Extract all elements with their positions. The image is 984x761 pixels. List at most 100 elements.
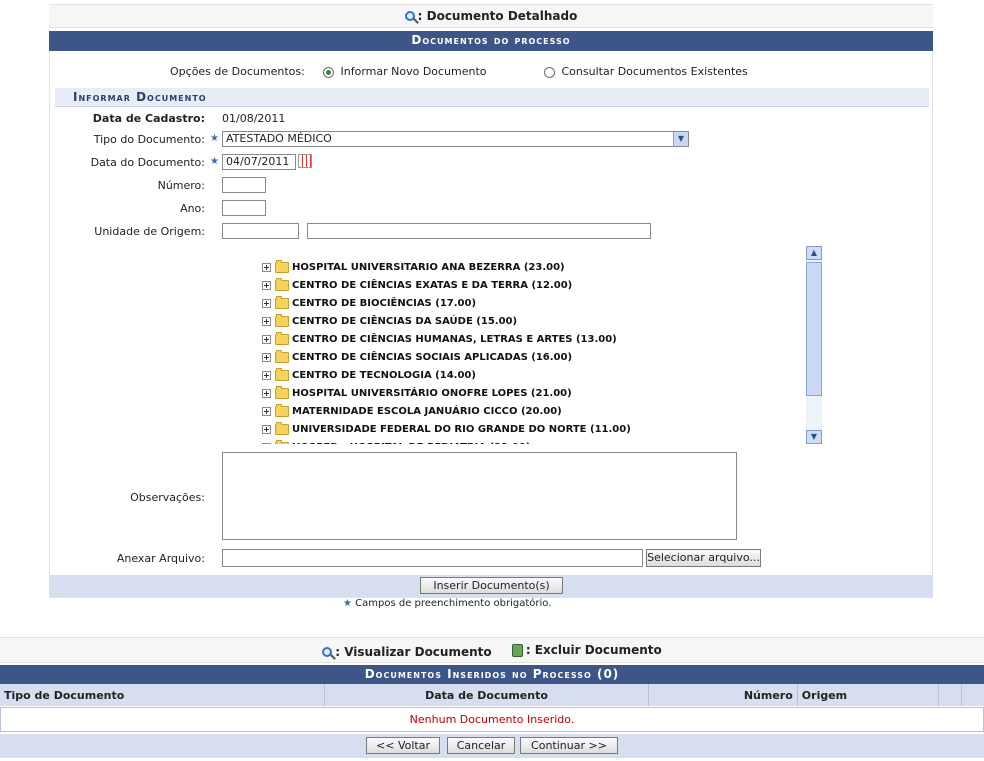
tree-item-label: UNIVERSIDADE FEDERAL DO RIO GRANDE DO NO… bbox=[292, 423, 631, 435]
tree-item-label: HOSPED - HOSPITAL DE PEDIATRIA (22.00) bbox=[292, 442, 530, 445]
numero-input[interactable] bbox=[222, 177, 266, 193]
folder-icon bbox=[275, 313, 289, 327]
inserted-header: Documentos Inseridos no Processo (0) bbox=[0, 665, 984, 684]
tree-item[interactable]: HOSPITAL UNIVERSITÁRIO ONOFRE LOPES (21.… bbox=[262, 384, 807, 402]
folder-icon bbox=[275, 439, 289, 444]
radio-new-document[interactable]: Informar Novo Documento bbox=[323, 65, 487, 78]
col-tipo: Tipo de Documento bbox=[0, 684, 326, 706]
back-button[interactable]: << Voltar bbox=[366, 737, 440, 754]
folder-icon bbox=[275, 349, 289, 363]
unidade-label: Unidade de Origem: bbox=[94, 225, 205, 238]
folder-icon bbox=[275, 295, 289, 309]
data-input[interactable]: 04/07/2011 bbox=[222, 154, 296, 170]
delete-legend-label: : Excluir Documento bbox=[525, 643, 662, 657]
required-star: ★ bbox=[210, 156, 219, 167]
observacoes-textarea[interactable] bbox=[222, 452, 737, 540]
col-action-1 bbox=[938, 684, 962, 706]
cancel-button[interactable]: Cancelar bbox=[447, 737, 515, 754]
required-note-text: Campos de preenchimento obrigatório. bbox=[355, 598, 552, 609]
scroll-down-icon[interactable]: ▼ bbox=[806, 430, 822, 444]
numero-label: Número: bbox=[157, 179, 205, 192]
section-title: Informar Documento bbox=[73, 90, 207, 104]
tree-item-label: HOSPITAL UNIVERSITARIO ANA BEZERRA (23.0… bbox=[292, 261, 565, 273]
ano-label: Ano: bbox=[180, 202, 205, 215]
magnifier-icon bbox=[404, 11, 415, 21]
expand-icon[interactable] bbox=[262, 280, 271, 290]
expand-icon[interactable] bbox=[262, 406, 271, 416]
continue-button[interactable]: Continuar >> bbox=[520, 737, 618, 754]
folder-icon bbox=[275, 277, 289, 291]
col-data: Data de Documento bbox=[324, 684, 649, 706]
chevron-down-icon[interactable]: ▼ bbox=[673, 132, 688, 146]
expand-icon[interactable] bbox=[262, 334, 271, 344]
cadastro-label: Data de Cadastro: bbox=[92, 112, 205, 125]
tree-item[interactable]: CENTRO DE TECNOLOGIA (14.00) bbox=[262, 366, 807, 384]
tree-scrollbar[interactable]: ▲ ▼ bbox=[806, 246, 822, 444]
folder-icon bbox=[275, 421, 289, 435]
insert-documents-button[interactable]: Inserir Documento(s) bbox=[420, 577, 563, 594]
folder-icon bbox=[275, 259, 289, 273]
bottom-legend: : Visualizar Documento : Excluir Documen… bbox=[0, 637, 984, 663]
observacoes-label: Observações: bbox=[130, 491, 205, 504]
scroll-up-icon[interactable]: ▲ bbox=[806, 246, 822, 260]
tree-item-label: CENTRO DE CIÊNCIAS EXATAS E DA TERRA (12… bbox=[292, 279, 573, 291]
detail-legend-label: : Documento Detalhado bbox=[417, 9, 578, 23]
required-note: ★ Campos de preenchimento obrigatório. bbox=[343, 598, 551, 609]
tree-item-label: CENTRO DE CIÊNCIAS DA SAÚDE (15.00) bbox=[292, 315, 518, 327]
tipo-select[interactable]: ATESTADO MÉDICO ▼ bbox=[222, 131, 689, 147]
expand-icon[interactable] bbox=[262, 370, 271, 380]
radio-new-icon[interactable] bbox=[323, 66, 334, 78]
tree-item[interactable]: CENTRO DE CIÊNCIAS EXATAS E DA TERRA (12… bbox=[262, 276, 807, 294]
scroll-thumb[interactable] bbox=[806, 262, 822, 396]
tree-item-label: MATERNIDADE ESCOLA JANUÁRIO CICCO (20.00… bbox=[292, 405, 562, 417]
empty-message: Nenhum Documento Inserido. bbox=[409, 713, 575, 726]
tree-item[interactable]: CENTRO DE CIÊNCIAS HUMANAS, LETRAS E ART… bbox=[262, 330, 807, 348]
folder-icon bbox=[275, 385, 289, 399]
expand-icon[interactable] bbox=[262, 298, 271, 308]
col-origem: Origem bbox=[797, 684, 939, 706]
expand-icon[interactable] bbox=[262, 352, 271, 362]
expand-icon[interactable] bbox=[262, 442, 271, 444]
tree-item[interactable]: HOSPITAL UNIVERSITARIO ANA BEZERRA (23.0… bbox=[262, 256, 807, 276]
tree-item[interactable]: MATERNIDADE ESCOLA JANUÁRIO CICCO (20.00… bbox=[262, 402, 807, 420]
folder-icon bbox=[275, 331, 289, 345]
unidade-name-input[interactable] bbox=[307, 223, 651, 239]
cadastro-value: 01/08/2011 bbox=[222, 112, 286, 125]
expand-icon[interactable] bbox=[262, 262, 271, 272]
tree-item-label: CENTRO DE TECNOLOGIA (14.00) bbox=[292, 369, 476, 381]
folder-icon bbox=[275, 367, 289, 381]
inserted-header-row: Tipo de Documento Data de Documento Núme… bbox=[0, 684, 984, 706]
unit-tree[interactable]: HOSPITAL UNIVERSITARIO ANA BEZERRA (23.0… bbox=[262, 256, 807, 444]
documents-header: Documentos do processo bbox=[49, 31, 933, 51]
radio-existing-label: Consultar Documentos Existentes bbox=[561, 65, 748, 78]
tree-item[interactable]: CENTRO DE CIÊNCIAS DA SAÚDE (15.00) bbox=[262, 312, 807, 330]
ano-input[interactable] bbox=[222, 200, 266, 216]
required-star: ★ bbox=[210, 133, 219, 144]
expand-icon[interactable] bbox=[262, 316, 271, 326]
select-file-button[interactable]: Selecionar arquivo... bbox=[646, 549, 761, 567]
tree-item[interactable]: CENTRO DE BIOCIÊNCIAS (17.00) bbox=[262, 294, 807, 312]
radio-new-label: Informar Novo Documento bbox=[340, 65, 487, 78]
tipo-label: Tipo do Documento: bbox=[93, 133, 205, 146]
unidade-code-input[interactable] bbox=[222, 223, 299, 239]
tree-item-label: CENTRO DE CIÊNCIAS HUMANAS, LETRAS E ART… bbox=[292, 333, 617, 345]
calendar-icon[interactable] bbox=[298, 154, 312, 168]
empty-row: Nenhum Documento Inserido. bbox=[0, 707, 984, 732]
anexar-input[interactable] bbox=[222, 549, 643, 567]
required-star: ★ bbox=[343, 598, 352, 609]
radio-existing-icon[interactable] bbox=[544, 66, 555, 78]
tipo-select-value: ATESTADO MÉDICO bbox=[226, 132, 332, 145]
tree-item[interactable]: CENTRO DE CIÊNCIAS SOCIAIS APLICADAS (16… bbox=[262, 348, 807, 366]
tree-item[interactable]: UNIVERSIDADE FEDERAL DO RIO GRANDE DO NO… bbox=[262, 420, 807, 438]
magnifier-icon bbox=[322, 646, 333, 657]
folder-icon bbox=[275, 403, 289, 417]
expand-icon[interactable] bbox=[262, 424, 271, 434]
col-action-2 bbox=[961, 684, 984, 706]
col-numero: Número bbox=[648, 684, 798, 706]
tree-item[interactable]: HOSPED - HOSPITAL DE PEDIATRIA (22.00) bbox=[262, 438, 807, 444]
expand-icon[interactable] bbox=[262, 388, 271, 398]
radio-existing-documents[interactable]: Consultar Documentos Existentes bbox=[544, 65, 748, 78]
view-legend-label: : Visualizar Documento bbox=[335, 644, 492, 659]
data-label: Data do Documento: bbox=[90, 156, 205, 169]
anexar-label: Anexar Arquivo: bbox=[116, 552, 205, 565]
